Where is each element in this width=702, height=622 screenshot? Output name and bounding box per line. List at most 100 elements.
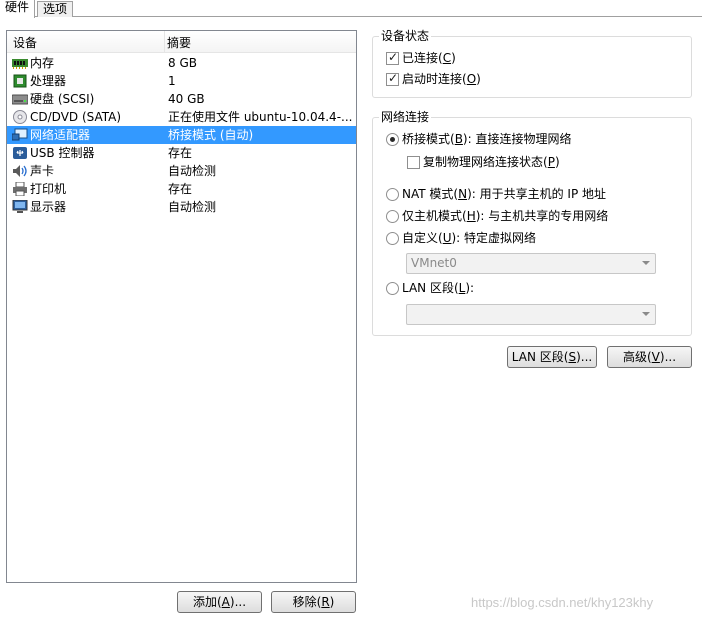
lan-segments-button[interactable]: LAN 区段(S)...	[507, 346, 597, 368]
remove-button-accel: R	[321, 595, 330, 609]
device-name: 处理器	[30, 74, 67, 88]
device-status-title: 设备状态	[379, 29, 432, 43]
connect-on-power-label[interactable]: 启动时连接(O)	[402, 72, 481, 86]
device-row-hard-disk[interactable]: 硬盘 (SCSI) 40 GB	[7, 90, 356, 108]
custom-network-value: VMnet0	[411, 256, 457, 270]
device-name: 网络适配器	[30, 128, 91, 142]
custom-network-select[interactable]: VMnet0	[406, 253, 656, 274]
bridged-text: 桥接模式(	[402, 132, 455, 146]
hard-disk-icon	[12, 94, 28, 105]
remove-button[interactable]: 移除(R)	[271, 591, 356, 613]
device-list[interactable]: 设备 摘要 内存 8 GB 处理器 1 硬盘 (SCSI) 40 GB CD/D…	[6, 30, 357, 583]
advanced-button-accel: V	[651, 350, 660, 364]
memory-icon	[12, 59, 28, 69]
nat-accel: N	[458, 187, 468, 201]
nat-text: NAT 模式(	[402, 187, 459, 201]
usb-icon	[13, 147, 27, 159]
host-only-accel: H	[466, 209, 476, 223]
column-header-summary[interactable]: 摘要	[164, 31, 191, 53]
host-only-label[interactable]: 仅主机模式(H): 与主机共享的专用网络	[402, 209, 608, 223]
connected-label-accel: C	[442, 51, 452, 65]
device-name: CD/DVD (SATA)	[30, 110, 122, 124]
custom-text: 自定义(	[402, 231, 443, 245]
device-summary: 存在	[168, 182, 193, 196]
nat-suffix: ): 用于共享主机的 IP 地址	[467, 187, 607, 201]
lan-segments-button-label: LAN 区段(	[511, 350, 569, 364]
connected-label-text: 已连接(	[402, 51, 443, 65]
replicate-state-checkbox[interactable]	[407, 156, 420, 169]
host-only-suffix: ): 与主机共享的专用网络	[475, 209, 609, 223]
tab-options[interactable]: 选项	[37, 1, 74, 17]
connected-label[interactable]: 已连接(C)	[402, 51, 456, 65]
custom-label[interactable]: 自定义(U): 特定虚拟网络	[402, 231, 536, 245]
device-summary: 正在使用文件 ubuntu-10.04.4-...	[168, 110, 353, 124]
lan-segment-select[interactable]	[406, 304, 656, 325]
replicate-text: 复制物理网络连接状态(	[423, 155, 548, 169]
device-row-cd-dvd[interactable]: CD/DVD (SATA) 正在使用文件 ubuntu-10.04.4-...	[7, 108, 356, 126]
device-summary: 自动检测	[168, 164, 217, 178]
device-list-header: 设备 摘要	[7, 31, 356, 53]
tab-bar: 硬件 选项	[0, 0, 702, 18]
device-summary: 1	[168, 74, 176, 88]
connect-on-power-suffix: )	[476, 72, 481, 86]
remove-button-suffix: )	[329, 595, 335, 609]
column-header-device[interactable]: 设备	[13, 31, 37, 53]
device-name: 打印机	[30, 182, 67, 196]
lan-segments-button-accel: S	[568, 350, 577, 364]
device-name: 声卡	[30, 164, 55, 178]
nat-radio[interactable]	[386, 188, 399, 201]
bridged-accel: B	[454, 132, 463, 146]
device-row-network-adapter[interactable]: 网络适配器 桥接模式 (自动)	[7, 126, 356, 144]
network-adapter-icon	[12, 128, 28, 141]
lan-segments-button-suffix: )...	[576, 350, 593, 364]
advanced-button-label: 高级(	[622, 350, 652, 364]
connect-on-power-text: 启动时连接(	[402, 72, 467, 86]
bridged-radio[interactable]	[386, 133, 399, 146]
device-status-group	[372, 36, 692, 98]
tab-hardware[interactable]: 硬件	[0, 0, 36, 18]
device-summary: 8 GB	[168, 56, 197, 70]
advanced-button[interactable]: 高级(V)...	[607, 346, 692, 368]
lan-segment-text: LAN 区段(	[402, 281, 459, 295]
add-button[interactable]: 添加(A)...	[177, 591, 262, 613]
device-name: 硬盘 (SCSI)	[30, 92, 95, 106]
device-summary: 存在	[168, 146, 193, 160]
device-name: USB 控制器	[30, 146, 95, 160]
bridged-label[interactable]: 桥接模式(B): 直接连接物理网络	[402, 132, 571, 146]
device-row-memory[interactable]: 内存 8 GB	[7, 54, 356, 72]
custom-suffix: ): 特定虚拟网络	[451, 231, 537, 245]
device-row-printer[interactable]: 打印机 存在	[7, 180, 356, 198]
processor-icon	[13, 74, 27, 88]
device-row-sound-card[interactable]: 声卡 自动检测	[7, 162, 356, 180]
device-row-processor[interactable]: 处理器 1	[7, 72, 356, 90]
sound-card-icon	[13, 165, 27, 177]
add-button-accel: A	[221, 595, 230, 609]
connected-label-suffix: )	[451, 51, 456, 65]
replicate-accel: P	[547, 155, 555, 169]
connected-checkbox[interactable]	[386, 50, 399, 65]
chevron-down-icon	[642, 261, 650, 265]
watermark: https://blog.csdn.net/khy123khy	[471, 595, 654, 610]
host-only-radio[interactable]	[386, 210, 399, 223]
connect-on-power-accel: O	[466, 72, 477, 86]
bridged-suffix: ): 直接连接物理网络	[462, 132, 572, 146]
device-summary: 桥接模式 (自动)	[168, 128, 254, 142]
replicate-state-label[interactable]: 复制物理网络连接状态(P)	[423, 155, 560, 169]
device-summary: 自动检测	[168, 200, 217, 214]
device-name: 显示器	[30, 200, 67, 214]
replicate-suffix: )	[554, 155, 560, 169]
device-name: 内存	[30, 56, 55, 70]
lan-segment-label[interactable]: LAN 区段(L):	[402, 281, 474, 295]
host-only-text: 仅主机模式(	[402, 209, 467, 223]
chevron-down-icon	[642, 312, 650, 316]
nat-label[interactable]: NAT 模式(N): 用于共享主机的 IP 地址	[402, 187, 606, 201]
custom-radio[interactable]	[386, 232, 399, 245]
connect-on-power-checkbox[interactable]	[386, 71, 399, 86]
lan-segment-radio[interactable]	[386, 282, 399, 295]
remove-button-label: 移除(	[292, 595, 322, 609]
device-row-usb[interactable]: USB 控制器 存在	[7, 144, 356, 162]
network-connection-title: 网络连接	[379, 110, 432, 124]
add-button-label: 添加(	[192, 595, 222, 609]
device-row-display[interactable]: 显示器 自动检测	[7, 198, 356, 216]
device-summary: 40 GB	[168, 92, 205, 106]
